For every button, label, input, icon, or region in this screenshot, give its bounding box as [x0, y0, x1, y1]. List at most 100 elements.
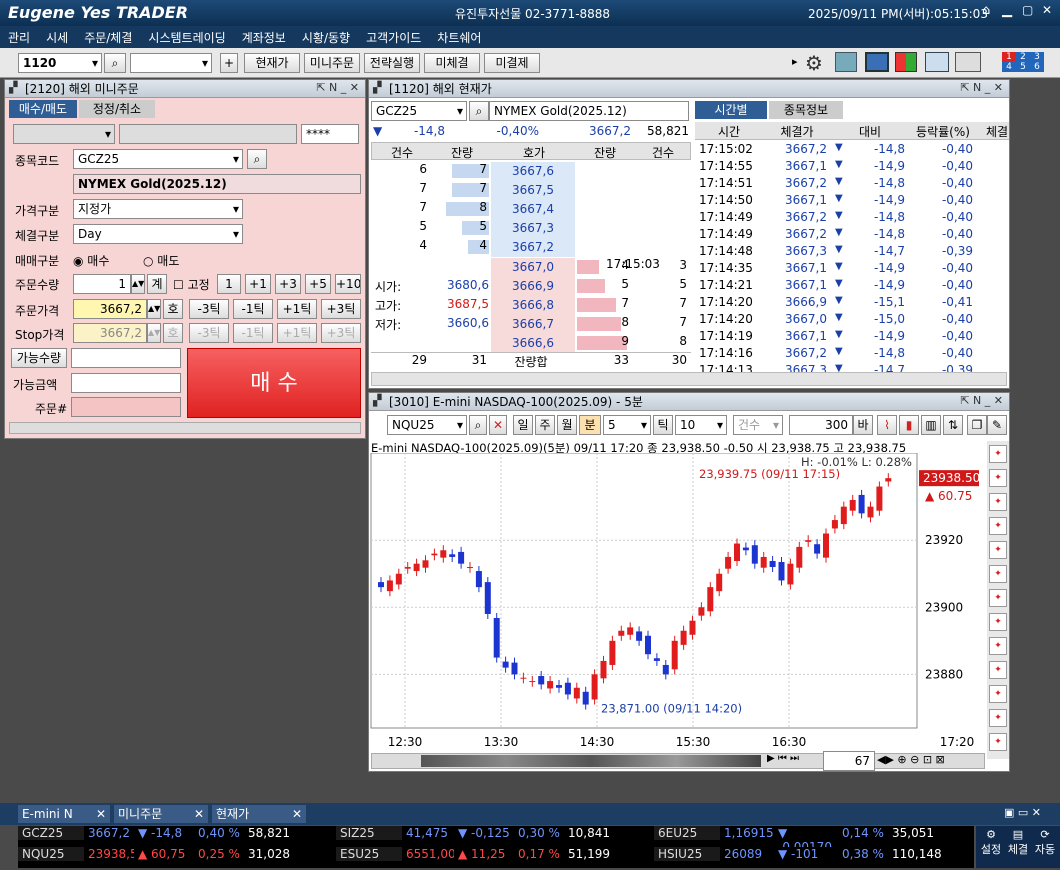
tick-price-button[interactable]: 호 — [163, 299, 183, 319]
fix-checkbox[interactable]: ☐ 고정 — [173, 276, 210, 293]
tick-btn-plus1[interactable]: +1틱 — [277, 299, 317, 319]
compare-icon[interactable]: ✦ — [989, 469, 1007, 487]
cascade-icon[interactable]: ✦ — [989, 517, 1007, 535]
tick-btn-plus3[interactable]: +3틱 — [321, 299, 361, 319]
period-day[interactable]: 일 — [513, 415, 533, 435]
ticker-symbol[interactable]: HSIU25 — [654, 847, 720, 861]
bid-price[interactable]: 3666,8 — [491, 296, 575, 315]
calculator-icon[interactable] — [835, 52, 857, 72]
qty-btn-plus3[interactable]: +3 — [275, 274, 301, 294]
monitor-icon[interactable] — [865, 52, 889, 72]
settings-icon[interactable]: ✎ — [987, 415, 1007, 435]
period-tick[interactable]: 틱 — [653, 415, 673, 435]
stop-tick-minus1[interactable]: -1틱 — [233, 323, 273, 343]
menu-item-7[interactable]: 차트쉐어 — [429, 26, 489, 49]
stop-tick-plus3[interactable]: +3틱 — [321, 323, 361, 343]
candle-type-icon[interactable]: ✦ — [989, 565, 1007, 583]
task-tab-mini-order[interactable]: 미니주문 ✕ — [114, 805, 208, 823]
window-controls[interactable]: ⇱ N _ ✕ — [960, 394, 1003, 407]
ticker-symbol[interactable]: GCZ25 — [18, 826, 84, 840]
search-icon[interactable]: ⌕ — [469, 101, 489, 121]
copy-icon[interactable]: ❐ — [967, 415, 987, 435]
window-pin-icon[interactable]: ▞ — [373, 81, 381, 94]
ask-price[interactable]: 3667,3 — [491, 219, 575, 238]
ticker-symbol[interactable]: ESU25 — [336, 847, 402, 861]
ticker-symbol[interactable]: SIZ25 — [336, 826, 402, 840]
window-pin-icon[interactable]: ▞ — [373, 394, 381, 407]
menu-item-4[interactable]: 계좌정보 — [234, 26, 294, 49]
trend-icon[interactable]: ✦ — [989, 637, 1007, 655]
menu-item-2[interactable]: 주문/체결 — [76, 26, 140, 49]
minute-select[interactable]: 5 ▾ — [603, 415, 651, 435]
search-icon[interactable]: ⌕ — [469, 415, 487, 435]
menu-item-5[interactable]: 시황/동향 — [294, 26, 358, 49]
taskbar-controls[interactable]: ▣ ▭ ✕ — [1004, 806, 1041, 819]
toolbar-btn-current[interactable]: 현재가 — [244, 53, 300, 73]
ticker-symbol[interactable]: 6EU25 — [654, 826, 720, 840]
bid-price[interactable]: 3667,0 — [491, 258, 575, 277]
count-input[interactable]: 300 — [789, 415, 853, 435]
count-select[interactable]: 건수 ▾ — [733, 415, 783, 435]
task-tab-chart[interactable]: E-mini N ✕ — [18, 805, 110, 823]
chart-code-select[interactable]: NQU25 ▾ — [387, 415, 467, 435]
auto-button[interactable]: ⟳ 자동 — [1032, 828, 1058, 857]
ask-price[interactable]: 3667,4 — [491, 200, 575, 219]
calc-button[interactable]: 계 — [147, 274, 167, 294]
pattern-icon[interactable]: ✦ — [989, 661, 1007, 679]
stop-tick-button[interactable]: 호 — [163, 323, 183, 343]
ask-price[interactable]: 3667,2 — [491, 238, 575, 257]
radio-buy[interactable]: ◉ 매수 — [73, 252, 109, 269]
period-month[interactable]: 월 — [557, 415, 577, 435]
scroll-nav-icons[interactable]: ▶ ⏮ ⏭ — [767, 753, 799, 764]
price-input[interactable]: 3667,2 — [73, 299, 147, 319]
tab-buy-sell[interactable]: 매수/매도 — [9, 100, 77, 118]
cycle-icon[interactable]: ✦ — [989, 733, 1007, 751]
bid-price[interactable]: 3666,9 — [491, 277, 575, 296]
bid-price[interactable]: 3666,6 — [491, 334, 575, 353]
settings-button[interactable]: ⚙ 설정 — [978, 828, 1004, 857]
qty-btn-1[interactable]: 1 — [217, 274, 241, 294]
ticker-symbol[interactable]: NQU25 — [18, 847, 84, 861]
toolbar-btn-strategy[interactable]: 전략실행 — [364, 53, 420, 73]
zoom-input[interactable]: 67 — [823, 751, 875, 771]
window-controls[interactable]: ⇱ N _ ✕ — [960, 81, 1003, 94]
quote-code-select[interactable]: GCZ25 ▾ — [371, 101, 467, 121]
workspace-grid-icon[interactable]: 123 456 — [1002, 52, 1048, 74]
fib-icon[interactable]: ✦ — [989, 709, 1007, 727]
tab-product-info[interactable]: 종목정보 — [769, 101, 843, 119]
log-icon[interactable]: ✦ — [989, 613, 1007, 631]
qty-btn-plus5[interactable]: +5 — [305, 274, 331, 294]
code-select[interactable]: GCZ25 ▾ — [73, 149, 243, 169]
print-icon[interactable] — [955, 52, 981, 72]
home-icon[interactable]: ⌂ — [982, 3, 990, 18]
indicator-icon[interactable]: ✦ — [989, 445, 1007, 463]
bid-price[interactable]: 3666,7 — [491, 315, 575, 334]
tab-by-time[interactable]: 시간별 — [695, 101, 767, 119]
zoom-controls[interactable]: ◀▶ ⊕ ⊖ ⊡ ⊠ — [877, 753, 945, 766]
menu-item-1[interactable]: 시세 — [38, 26, 76, 49]
stop-price-input[interactable]: 3667,2 — [73, 323, 147, 343]
volume-type-icon[interactable]: ✦ — [989, 589, 1007, 607]
screen-number-input[interactable]: 1120 ▾ — [18, 53, 102, 73]
bar-type-icon[interactable]: ✦ — [989, 541, 1007, 559]
stop-stepper[interactable]: ▲▼ — [147, 323, 161, 343]
candle-chart-icon[interactable]: ▮ — [899, 415, 919, 435]
tick-btn-minus3[interactable]: -3틱 — [189, 299, 229, 319]
wave-icon[interactable]: ✦ — [989, 685, 1007, 703]
maximize-icon[interactable]: ▢ — [1022, 3, 1033, 17]
period-minute[interactable]: 분 — [579, 415, 601, 435]
stop-tick-minus3[interactable]: -3틱 — [189, 323, 229, 343]
remove-icon[interactable]: ✕ — [489, 415, 507, 435]
period-week[interactable]: 주 — [535, 415, 555, 435]
tab-modify-cancel[interactable]: 정정/취소 — [79, 100, 155, 118]
minimize-icon[interactable]: ▁ — [1002, 3, 1012, 18]
avail-qty-button[interactable]: 가능수량 — [11, 348, 67, 368]
play-icon[interactable]: ▸ — [792, 55, 798, 68]
line-chart-icon[interactable]: ⌇ — [877, 415, 897, 435]
price-type-select[interactable]: 지정가 ▾ — [73, 199, 243, 219]
qty-input[interactable]: 1 — [73, 274, 131, 294]
volume-icon[interactable]: ▥ — [921, 415, 941, 435]
toolbar-btn-unfilled[interactable]: 미체결 — [424, 53, 480, 73]
toolbar-btn-open-positions[interactable]: 미결제 — [484, 53, 540, 73]
close-icon[interactable]: ✕ — [1042, 3, 1052, 17]
